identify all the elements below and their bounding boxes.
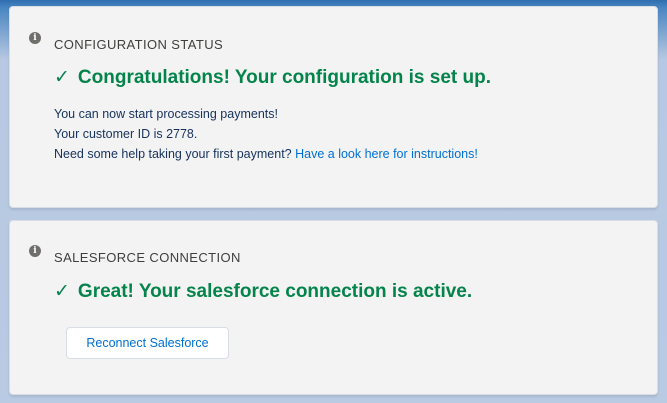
status-message: You can now start processing payments! Y… bbox=[54, 104, 478, 164]
processing-message: You can now start processing payments! bbox=[54, 107, 278, 121]
checkmark-icon: ✓ bbox=[54, 281, 70, 302]
info-icon: i bbox=[29, 32, 41, 44]
instructions-link[interactable]: Have a look here for instructions! bbox=[295, 147, 478, 161]
headline-text: Congratulations! Your configuration is s… bbox=[77, 67, 492, 88]
info-icon: i bbox=[29, 245, 41, 257]
customer-id-message: Your customer ID is 2778. bbox=[54, 127, 198, 141]
section-title: CONFIGURATION STATUS bbox=[54, 37, 224, 52]
section-title: SALESFORCE CONNECTION bbox=[54, 250, 241, 265]
help-message: Need some help taking your first payment… bbox=[54, 144, 478, 164]
salesforce-connection-card: i SALESFORCE CONNECTION ✓ Great! Your sal… bbox=[9, 220, 658, 395]
success-headline: ✓ Great! Your salesforce connection is ac… bbox=[54, 280, 472, 303]
success-headline: ✓ Congratulations! Your configuration is … bbox=[54, 66, 491, 89]
help-text: Need some help taking your first payment… bbox=[54, 147, 292, 161]
checkmark-icon: ✓ bbox=[54, 67, 70, 88]
reconnect-salesforce-button[interactable]: Reconnect Salesforce bbox=[66, 327, 229, 359]
configuration-status-card: i CONFIGURATION STATUS ✓ Congratulations!… bbox=[9, 6, 658, 208]
headline-text: Great! Your salesforce connection is act… bbox=[77, 281, 473, 302]
